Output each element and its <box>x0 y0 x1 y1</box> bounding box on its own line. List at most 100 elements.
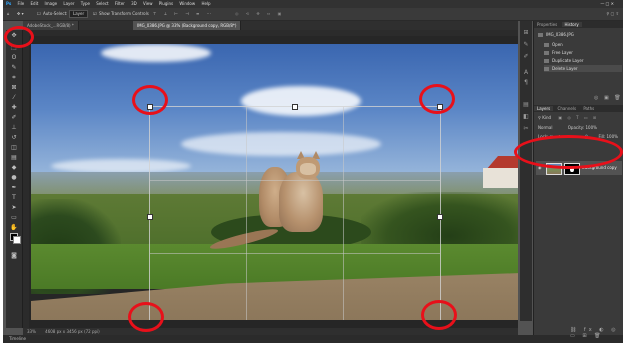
align-icons[interactable]: ⊤ ⊥ ⊢ ⊣ ≡ ⋯ <box>153 8 214 20</box>
opacity-field[interactable]: Opacity: 100% <box>568 125 597 130</box>
history-item[interactable]: Free Layer <box>544 49 622 56</box>
menu-window[interactable]: Window <box>179 1 195 6</box>
shape-tool-icon[interactable]: ▭ <box>9 214 19 222</box>
libraries-icon[interactable]: ▤ <box>522 101 530 109</box>
home-icon[interactable]: ⌂ <box>7 8 10 20</box>
menu-file[interactable]: File <box>18 1 25 6</box>
adjust-icon[interactable]: ✎ <box>522 41 530 49</box>
dodge-tool-icon[interactable]: ● <box>9 174 19 182</box>
crop-tool-icon[interactable]: ⌗ <box>9 74 19 82</box>
tab-properties[interactable]: Properties <box>534 22 560 27</box>
healing-brush-tool-icon[interactable]: ✚ <box>9 104 19 112</box>
menu-plugins[interactable]: Plugins <box>159 1 173 6</box>
grid-guide <box>343 107 344 320</box>
transform-bounding-box[interactable] <box>147 104 443 320</box>
zoom-level[interactable]: 33% <box>27 329 36 334</box>
menu-help[interactable]: Help <box>201 1 210 6</box>
workspace-icons[interactable]: ⚲ ▢ ⇪ <box>606 8 619 20</box>
grid-guide <box>150 253 440 254</box>
tab-layers[interactable]: Layers <box>534 106 554 111</box>
gradient-tool-icon[interactable]: ▤ <box>9 154 19 162</box>
transform-handle-top[interactable] <box>292 104 298 110</box>
layers-panel-tabs: Layers Channels Paths <box>534 105 623 112</box>
history-panel-tabs: Properties History <box>534 21 623 28</box>
history-item[interactable]: Open <box>544 41 622 48</box>
tab-history[interactable]: History <box>561 22 582 27</box>
document-info[interactable]: 4608 px x 3456 px (72 ppi) <box>45 329 100 334</box>
annotation-circle-bottom-right-handle <box>421 300 457 330</box>
filter-type-icons[interactable]: ▣ ◎ T ▭ ⊞ <box>558 115 598 120</box>
paragraph-icon[interactable]: ¶ <box>522 79 530 87</box>
annotation-circle-move-tool <box>4 26 34 48</box>
pen-tool-icon[interactable]: ✒ <box>9 184 19 192</box>
brush-tool-icon[interactable]: ✐ <box>9 114 19 122</box>
paths-icon[interactable]: ✂ <box>522 125 530 133</box>
menu-layer[interactable]: Layer <box>63 1 74 6</box>
right-panels: Properties History IMG_0386.JPG Open Fre… <box>533 21 623 339</box>
eraser-tool-icon[interactable]: ◫ <box>9 144 19 152</box>
layers-panel-buttons[interactable]: ⛓ fx ◐ ◎ ▭ ⊞ 🗑 <box>570 327 623 339</box>
lasso-tool-icon[interactable]: ʘ <box>9 54 19 62</box>
menu-edit[interactable]: Edit <box>31 1 39 6</box>
house <box>483 168 518 188</box>
history-brush-tool-icon[interactable]: ↺ <box>9 134 19 142</box>
background-color-swatch[interactable] <box>13 236 21 244</box>
tab-channels[interactable]: Channels <box>555 106 580 111</box>
history-item-selected[interactable]: Delete Layer <box>544 65 622 72</box>
history-item[interactable]: Duplicate Layer <box>544 57 622 64</box>
transform-handle-right[interactable] <box>437 214 443 220</box>
cloud <box>101 44 211 62</box>
auto-select-checkbox[interactable]: ☐ <box>37 8 41 20</box>
menu-image[interactable]: Image <box>45 1 58 6</box>
properties-icon[interactable]: ⊞ <box>522 29 530 37</box>
blur-tool-icon[interactable]: ◆ <box>9 164 19 172</box>
timeline-panel-tab[interactable]: Timeline <box>3 335 623 343</box>
search-icon: ⚲ <box>538 115 541 120</box>
photoshop-window: Ps File Edit Image Layer Type Select Fil… <box>3 0 623 343</box>
history-step-icon <box>544 51 549 55</box>
character-icon[interactable]: A <box>522 69 530 77</box>
app-logo: Ps <box>6 1 12 6</box>
frame-tool-icon[interactable]: ⊠ <box>9 84 19 92</box>
annotation-circle-bottom-left-handle <box>128 302 164 332</box>
quick-mask-icon[interactable]: ◙ <box>9 252 19 260</box>
show-transform-checkbox[interactable]: ☑ <box>93 8 97 20</box>
brush-settings-icon[interactable]: ✐ <box>522 53 530 61</box>
path-selection-tool-icon[interactable]: ➤ <box>9 204 19 212</box>
document-tabs: AdobeStock_...RGB/8) * IMG_0386.JPG @ 33… <box>23 21 518 30</box>
menu-3d[interactable]: 3D <box>131 1 137 6</box>
tab-adobestock[interactable]: AdobeStock_...RGB/8) * <box>23 21 79 30</box>
blend-mode-dropdown[interactable]: Normal <box>538 125 552 130</box>
auto-select-label: Auto-Select: <box>43 11 68 16</box>
hand-tool-icon[interactable]: ✋ <box>9 224 19 232</box>
3d-mode-icons[interactable]: ◎ ⟲ ✥ ⇔ ▣ <box>235 8 284 20</box>
grid-guide <box>246 107 247 320</box>
tab-paths[interactable]: Paths <box>580 106 597 111</box>
blend-row: Normal Opacity: 100% <box>534 124 623 132</box>
eyedropper-tool-icon[interactable]: ⁄ <box>9 94 19 102</box>
canvas-area[interactable] <box>29 36 518 328</box>
layer-filter-row[interactable]: ⚲ Kind ▣ ◎ T ▭ ⊞ <box>534 114 623 122</box>
transform-handle-left[interactable] <box>147 214 153 220</box>
history-step-icon <box>544 59 549 63</box>
panel-icon-strip: ⊞ ✎ ✐ A ¶ ▤ ◧ ✂ <box>520 21 532 321</box>
tab-img-0386[interactable]: IMG_0386.JPG @ 33% (Background copy, RGB… <box>133 21 242 30</box>
auto-select-dropdown[interactable]: Layer <box>69 10 89 18</box>
clone-stamp-tool-icon[interactable]: ⊥ <box>9 124 19 132</box>
menu-view[interactable]: View <box>143 1 153 6</box>
menu-select[interactable]: Select <box>96 1 108 6</box>
options-bar: ⌂ ✥ ▾ ☐ Auto-Select: Layer ☑ Show Transf… <box>3 8 623 21</box>
swatches-icon[interactable]: ◧ <box>522 113 530 121</box>
history-snapshot[interactable]: IMG_0386.JPG <box>538 31 622 38</box>
quick-select-tool-icon[interactable]: ✎ <box>9 64 19 72</box>
menu-type[interactable]: Type <box>81 1 90 6</box>
history-panel-buttons[interactable]: ◎ ▣ 🗑 <box>594 95 623 101</box>
type-tool-icon[interactable]: T <box>9 194 19 202</box>
move-tool-preset-icon[interactable]: ✥ ▾ <box>17 8 24 20</box>
window-controls[interactable]: — □ ✕ <box>600 0 614 8</box>
annotation-circle-top-right-handle <box>419 84 455 114</box>
annotation-circle-top-left-handle <box>132 85 168 115</box>
show-transform-label: Show Transform Controls <box>99 11 149 16</box>
menu-filter[interactable]: Filter <box>115 1 125 6</box>
kind-filter[interactable]: Kind <box>542 115 551 120</box>
